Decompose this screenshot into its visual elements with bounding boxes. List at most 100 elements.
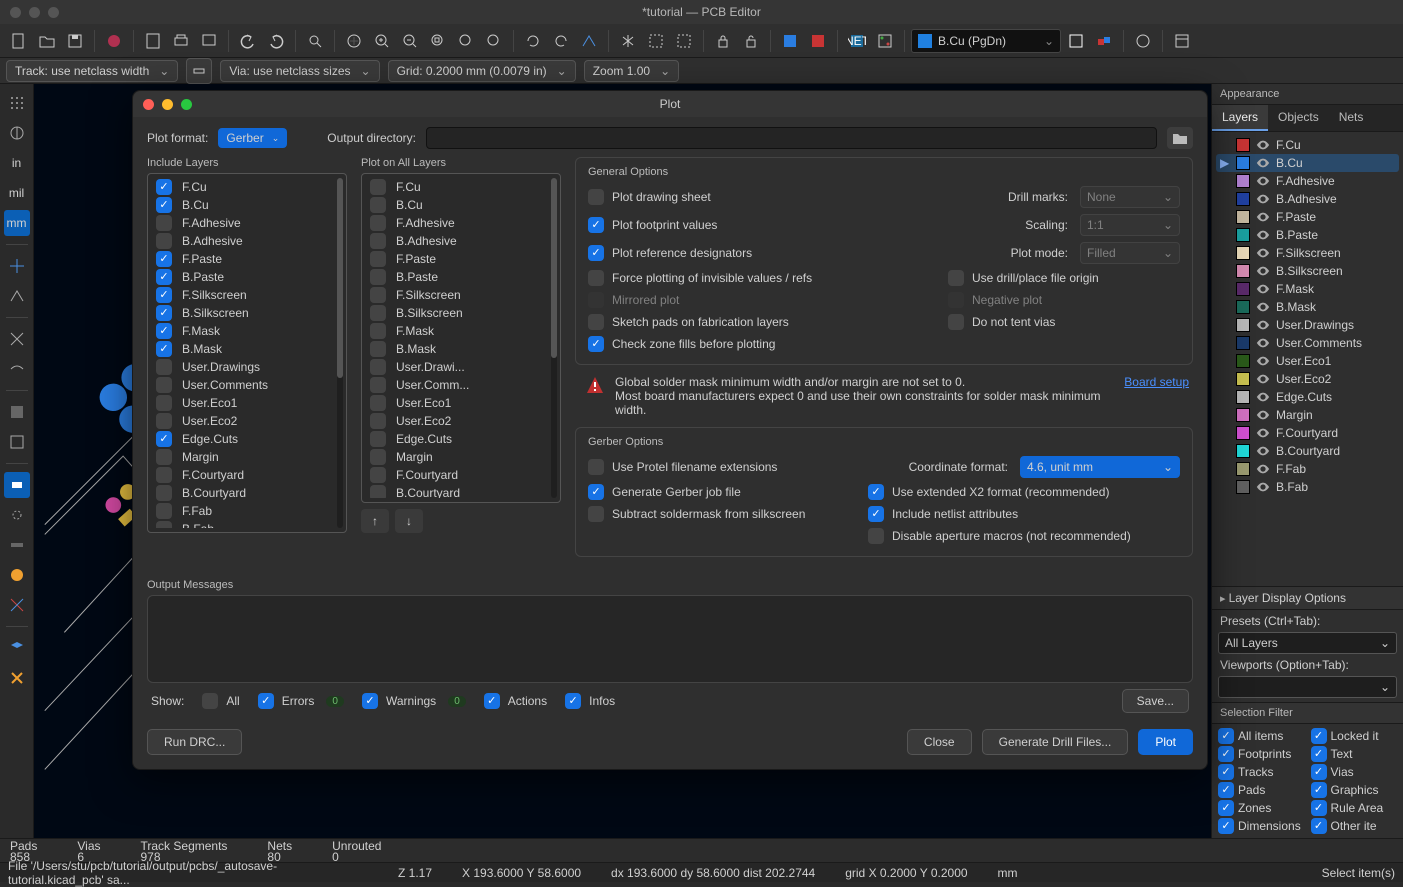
layer-display-options-header[interactable]: ▸ Layer Display Options bbox=[1212, 586, 1403, 610]
include-layer-checkbox[interactable] bbox=[156, 305, 172, 321]
plot-all-layer-row[interactable]: B.Courtyard bbox=[366, 484, 546, 498]
selection-filter-item[interactable]: Vias bbox=[1311, 764, 1398, 780]
include-layer-row[interactable]: User.Comments bbox=[152, 376, 332, 394]
selection-filter-item[interactable]: Text bbox=[1311, 746, 1398, 762]
include-layer-checkbox[interactable] bbox=[156, 485, 172, 501]
selection-filter-item[interactable]: Other ite bbox=[1311, 818, 1398, 834]
include-layer-row[interactable]: User.Eco2 bbox=[152, 412, 332, 430]
cb-x2[interactable] bbox=[868, 484, 884, 500]
group-icon[interactable] bbox=[643, 28, 669, 54]
output-dir-input[interactable] bbox=[426, 127, 1157, 149]
include-layer-row[interactable]: F.Adhesive bbox=[152, 214, 332, 232]
plot-all-checkbox[interactable] bbox=[370, 233, 386, 249]
ungroup-icon[interactable] bbox=[671, 28, 697, 54]
visibility-icon[interactable] bbox=[1256, 300, 1270, 314]
plot-all-layer-row[interactable]: B.Cu bbox=[366, 196, 546, 214]
tab-nets[interactable]: Nets bbox=[1329, 105, 1374, 131]
plot-all-checkbox[interactable] bbox=[370, 467, 386, 483]
cb-aperture[interactable] bbox=[868, 528, 884, 544]
include-layer-checkbox[interactable] bbox=[156, 197, 172, 213]
cb-show-errors[interactable] bbox=[258, 693, 274, 709]
generate-drill-button[interactable]: Generate Drill Files... bbox=[982, 729, 1129, 755]
close-button[interactable]: Close bbox=[907, 729, 972, 755]
visibility-icon[interactable] bbox=[1256, 480, 1270, 494]
rotate-ccw-icon[interactable] bbox=[520, 28, 546, 54]
visibility-icon[interactable] bbox=[1256, 318, 1270, 332]
appearance-layer-list[interactable]: ▶F.Cu▶B.Cu▶F.Adhesive▶B.Adhesive▶F.Paste… bbox=[1212, 132, 1403, 586]
visibility-icon[interactable] bbox=[1256, 408, 1270, 422]
include-layer-checkbox[interactable] bbox=[156, 413, 172, 429]
browse-folder-button[interactable] bbox=[1167, 127, 1193, 149]
track-fill-icon[interactable] bbox=[4, 532, 30, 558]
plot-all-checkbox[interactable] bbox=[370, 179, 386, 195]
include-layer-checkbox[interactable] bbox=[156, 359, 172, 375]
render3d-icon[interactable] bbox=[1091, 28, 1117, 54]
include-layer-checkbox[interactable] bbox=[156, 431, 172, 447]
layer-pair-icon[interactable] bbox=[1063, 28, 1089, 54]
cb-use-drill-origin[interactable] bbox=[948, 270, 964, 286]
rotate-cw-icon[interactable] bbox=[548, 28, 574, 54]
plot-all-checkbox[interactable] bbox=[370, 323, 386, 339]
plot-all-layer-row[interactable]: B.Paste bbox=[366, 268, 546, 286]
appearance-layer-row[interactable]: ▶User.Eco1 bbox=[1216, 352, 1399, 370]
zoom-selection-icon[interactable] bbox=[453, 28, 479, 54]
appearance-layer-row[interactable]: ▶Margin bbox=[1216, 406, 1399, 424]
include-layer-checkbox[interactable] bbox=[156, 521, 172, 528]
page-settings-icon[interactable] bbox=[140, 28, 166, 54]
contrast-icon[interactable] bbox=[4, 562, 30, 588]
include-layer-row[interactable]: B.Paste bbox=[152, 268, 332, 286]
units-in-button[interactable]: in bbox=[4, 150, 30, 176]
visibility-icon[interactable] bbox=[1256, 426, 1270, 440]
include-layer-row[interactable]: User.Drawings bbox=[152, 358, 332, 376]
print-icon[interactable] bbox=[168, 28, 194, 54]
include-layer-checkbox[interactable] bbox=[156, 341, 172, 357]
new-icon[interactable] bbox=[6, 28, 32, 54]
visibility-icon[interactable] bbox=[1256, 138, 1270, 152]
include-layer-checkbox[interactable] bbox=[156, 251, 172, 267]
plot-all-checkbox[interactable] bbox=[370, 287, 386, 303]
appearance-layer-row[interactable]: ▶B.Cu bbox=[1216, 154, 1399, 172]
appearance-layer-row[interactable]: ▶F.Silkscreen bbox=[1216, 244, 1399, 262]
plot-all-layer-row[interactable]: B.Mask bbox=[366, 340, 546, 358]
track-width-selector[interactable]: Track: use netclass width⌄ bbox=[6, 60, 178, 82]
cb-ref-designators[interactable] bbox=[588, 245, 604, 261]
zoom-selector[interactable]: Zoom 1.00⌄ bbox=[584, 60, 679, 82]
include-layer-row[interactable]: B.Adhesive bbox=[152, 232, 332, 250]
plot-all-checkbox[interactable] bbox=[370, 359, 386, 375]
cb-check-zones[interactable] bbox=[588, 336, 604, 352]
viewports-select[interactable]: ⌄ bbox=[1218, 676, 1397, 698]
include-layer-checkbox[interactable] bbox=[156, 395, 172, 411]
appearance-layer-row[interactable]: ▶F.Fab bbox=[1216, 460, 1399, 478]
plot-all-layer-row[interactable]: User.Drawi... bbox=[366, 358, 546, 376]
visibility-icon[interactable] bbox=[1256, 210, 1270, 224]
plot-all-layer-row[interactable]: F.Cu bbox=[366, 178, 546, 196]
selection-filter-item[interactable]: Dimensions bbox=[1218, 818, 1305, 834]
zone-outline-icon[interactable] bbox=[4, 429, 30, 455]
include-layer-checkbox[interactable] bbox=[156, 215, 172, 231]
footprint-editor-icon[interactable] bbox=[777, 28, 803, 54]
save-icon[interactable] bbox=[62, 28, 88, 54]
undo-icon[interactable] bbox=[235, 28, 261, 54]
plot-all-checkbox[interactable] bbox=[370, 377, 386, 393]
visibility-icon[interactable] bbox=[1256, 336, 1270, 350]
net-colors-icon[interactable] bbox=[4, 592, 30, 618]
selection-filter-item[interactable]: Rule Area bbox=[1311, 800, 1398, 816]
appearance-layer-row[interactable]: ▶B.Adhesive bbox=[1216, 190, 1399, 208]
include-layer-row[interactable]: B.Courtyard bbox=[152, 484, 332, 502]
include-layer-row[interactable]: User.Eco1 bbox=[152, 394, 332, 412]
plot-all-layer-row[interactable]: Edge.Cuts bbox=[366, 430, 546, 448]
appearance-layer-row[interactable]: ▶F.Mask bbox=[1216, 280, 1399, 298]
plot-all-checkbox[interactable] bbox=[370, 215, 386, 231]
cb-jobfile[interactable] bbox=[588, 484, 604, 500]
visibility-icon[interactable] bbox=[1256, 282, 1270, 296]
visibility-icon[interactable] bbox=[1256, 264, 1270, 278]
cursor-shape-icon[interactable] bbox=[4, 253, 30, 279]
selection-filter-item[interactable]: Pads bbox=[1218, 782, 1305, 798]
footprint-browser-icon[interactable] bbox=[805, 28, 831, 54]
visibility-icon[interactable] bbox=[1256, 372, 1270, 386]
appearance-layer-row[interactable]: ▶User.Eco2 bbox=[1216, 370, 1399, 388]
tab-objects[interactable]: Objects bbox=[1268, 105, 1329, 131]
tools-icon[interactable] bbox=[4, 665, 30, 691]
plot-all-checkbox[interactable] bbox=[370, 395, 386, 411]
zoom-out-icon[interactable] bbox=[397, 28, 423, 54]
